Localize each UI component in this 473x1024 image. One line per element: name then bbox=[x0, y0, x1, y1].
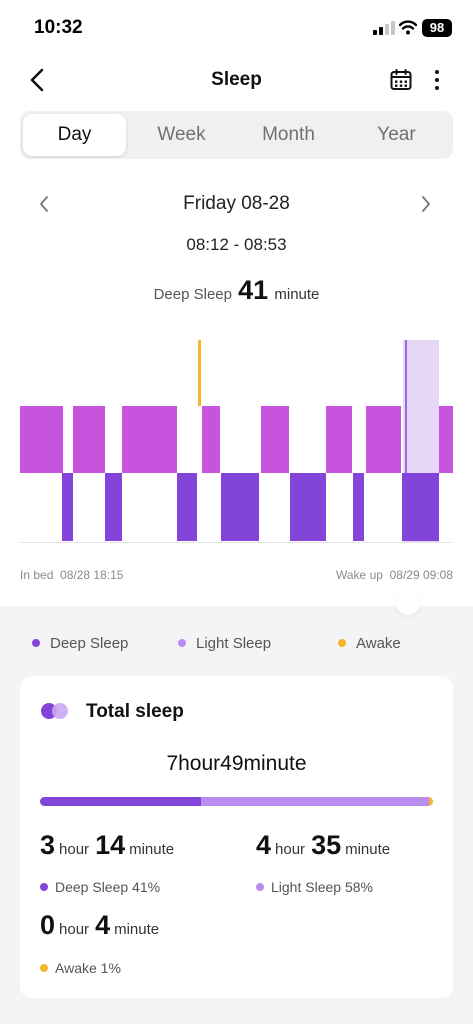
deep-sleep-duration: 3 hour 14 minute bbox=[40, 830, 180, 861]
light-sleep-duration: 4 hour 35 minute bbox=[256, 830, 396, 861]
light-sleep-block bbox=[122, 406, 177, 473]
light-sleep-dot-icon bbox=[178, 639, 186, 648]
legend-awake: Awake bbox=[338, 635, 401, 655]
minutes-unit: minute bbox=[345, 841, 391, 858]
deep-sleep-dot-icon bbox=[40, 883, 48, 892]
light-sleep-bar bbox=[201, 797, 430, 806]
light-minutes: 35 bbox=[311, 830, 342, 860]
hours-unit: hour bbox=[59, 841, 90, 858]
nav-bar: Sleep bbox=[0, 60, 473, 100]
wake-up-label: Wake up bbox=[336, 568, 383, 582]
minutes-unit: minute bbox=[114, 921, 160, 938]
deep-sleep-block bbox=[402, 473, 439, 541]
battery-indicator: 98 bbox=[422, 19, 452, 37]
light-sleep-block bbox=[439, 406, 453, 473]
awake-minutes: 4 bbox=[95, 910, 111, 940]
date-navigator: Friday 08-28 bbox=[0, 186, 473, 222]
light-sleep-dot-icon bbox=[256, 883, 264, 892]
tab-week[interactable]: Week bbox=[129, 114, 234, 156]
legend-deep-sleep: Deep Sleep bbox=[32, 635, 128, 655]
period-tabs: Day Week Month Year bbox=[20, 111, 453, 159]
wifi-icon bbox=[399, 20, 417, 35]
awake-dot-icon bbox=[40, 964, 48, 973]
selected-stage-unit: minute bbox=[274, 286, 320, 303]
legend-light-sleep: Light Sleep bbox=[178, 635, 271, 655]
deep-sleep-block bbox=[290, 473, 326, 541]
awake-bar bbox=[429, 797, 433, 806]
light-sleep-block bbox=[326, 406, 352, 473]
deep-sleep-block bbox=[177, 473, 197, 541]
tab-day[interactable]: Day bbox=[23, 114, 126, 156]
light-sleep-percent-label: Light Sleep 58% bbox=[271, 879, 373, 895]
deep-minutes: 14 bbox=[95, 830, 126, 860]
light-sleep-block bbox=[261, 406, 289, 473]
next-day-icon[interactable] bbox=[418, 194, 434, 214]
deep-sleep-block bbox=[353, 473, 364, 541]
total-sleep-card: Total sleep 7hour49minute 3 hour 14 minute … bbox=[20, 676, 453, 998]
light-sleep-block bbox=[20, 406, 63, 473]
deep-sleep-percent-label: Deep Sleep 41% bbox=[55, 879, 161, 895]
status-bar: 10:32 98 bbox=[0, 0, 473, 56]
total-sleep-value: 7hour49minute bbox=[166, 752, 307, 775]
light-sleep-block bbox=[366, 406, 401, 473]
sleep-stage-progress-bar bbox=[40, 797, 433, 806]
wake-up-value: 08/29 09:08 bbox=[389, 568, 453, 582]
in-bed-label: In bed bbox=[20, 568, 54, 582]
selected-stage-label: Deep Sleep bbox=[153, 286, 232, 303]
timeline-axis bbox=[20, 542, 453, 543]
light-sleep-block bbox=[73, 406, 105, 473]
awake-marker bbox=[198, 340, 201, 406]
legend-label: Awake bbox=[356, 635, 401, 652]
more-vertical-icon[interactable] bbox=[429, 68, 445, 92]
awake-hours: 0 bbox=[40, 910, 56, 940]
deep-sleep-dot-icon bbox=[32, 639, 40, 648]
in-bed-value: 08/28 18:15 bbox=[60, 568, 124, 582]
wake-up-time: Wake up 08/29 09:08 bbox=[336, 568, 453, 582]
deep-sleep-block bbox=[221, 473, 259, 541]
awake-dot-icon bbox=[338, 639, 346, 648]
tab-month[interactable]: Month bbox=[236, 114, 341, 156]
awake-percent: Awake 1% bbox=[40, 960, 121, 976]
light-hours: 4 bbox=[256, 830, 272, 860]
selected-time-range: 08:12 - 08:53 bbox=[186, 235, 287, 254]
hours-unit: hour bbox=[275, 841, 306, 858]
in-bed-time: In bed 08/28 18:15 bbox=[20, 568, 123, 582]
sleep-rings-icon bbox=[41, 703, 68, 719]
sleep-stage-chart[interactable] bbox=[20, 336, 453, 546]
awake-duration: 0 hour 4 minute bbox=[40, 910, 165, 941]
selected-stage-summary: Deep Sleep 41 minute bbox=[0, 275, 473, 306]
status-time: 10:32 bbox=[34, 17, 83, 38]
chart-scroll-handle[interactable] bbox=[396, 591, 420, 615]
legend-label: Light Sleep bbox=[196, 635, 272, 652]
selected-stage-value: 41 bbox=[238, 275, 269, 305]
minutes-unit: minute bbox=[129, 841, 175, 858]
light-sleep-percent: Light Sleep 58% bbox=[256, 879, 373, 895]
tab-year[interactable]: Year bbox=[344, 114, 449, 156]
awake-percent-label: Awake 1% bbox=[55, 960, 121, 976]
selected-date: Friday 08-28 bbox=[183, 193, 290, 214]
legend-label: Deep Sleep bbox=[50, 635, 129, 652]
deep-sleep-block bbox=[62, 473, 73, 541]
total-sleep-title: Total sleep bbox=[86, 701, 184, 722]
deep-sleep-block bbox=[105, 473, 122, 541]
deep-sleep-bar bbox=[40, 797, 202, 806]
deep-hours: 3 bbox=[40, 830, 56, 860]
selection-cursor bbox=[405, 340, 407, 473]
light-sleep-block bbox=[202, 406, 220, 473]
calendar-icon[interactable] bbox=[389, 68, 413, 92]
hours-unit: hour bbox=[59, 921, 90, 938]
cellular-signal-icon bbox=[373, 21, 395, 35]
deep-sleep-percent: Deep Sleep 41% bbox=[40, 879, 160, 895]
